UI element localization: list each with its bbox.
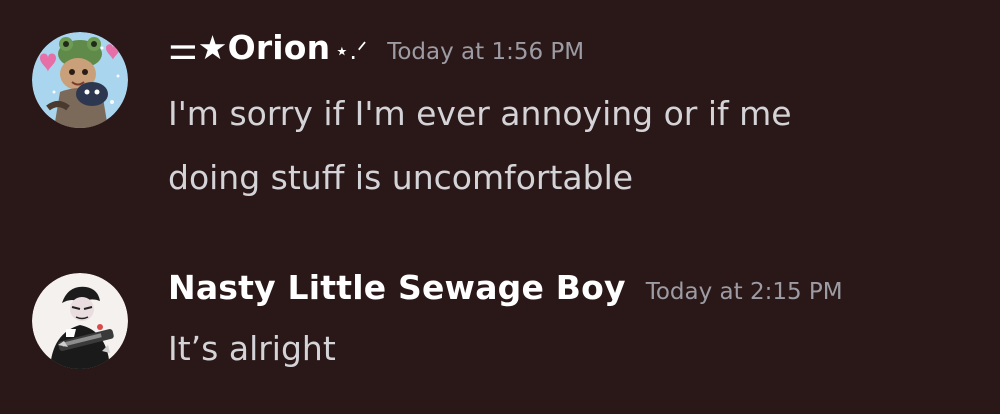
message-header: ⚌★Orion ⋆.ᐟ Today at 1:56 PM — [168, 28, 980, 80]
frog-hat-character-avatar-icon — [32, 32, 128, 128]
message-header: Nasty Little Sewage Boy Today at 2:15 PM — [168, 268, 980, 322]
user-avatar[interactable] — [32, 32, 128, 128]
agent-character-avatar-icon — [32, 273, 128, 369]
username[interactable]: ⚌★Orion — [168, 28, 330, 67]
username-decoration: ⋆.ᐟ — [334, 37, 368, 65]
message-content: ⚌★Orion ⋆.ᐟ Today at 1:56 PM I'm sorry i… — [168, 28, 980, 210]
timestamp[interactable]: Today at 1:56 PM — [387, 39, 584, 65]
message-text: It’s alright — [168, 329, 336, 368]
message-content: Nasty Little Sewage Boy Today at 2:15 PM… — [168, 268, 980, 374]
user-avatar[interactable] — [32, 273, 128, 369]
chat-log: ⚌★Orion ⋆.ᐟ Today at 1:56 PM I'm sorry i… — [0, 0, 1000, 414]
username[interactable]: Nasty Little Sewage Boy — [168, 268, 626, 307]
timestamp[interactable]: Today at 2:15 PM — [646, 279, 843, 305]
message-text: I'm sorry if I'm ever annoying or if me … — [168, 94, 792, 197]
